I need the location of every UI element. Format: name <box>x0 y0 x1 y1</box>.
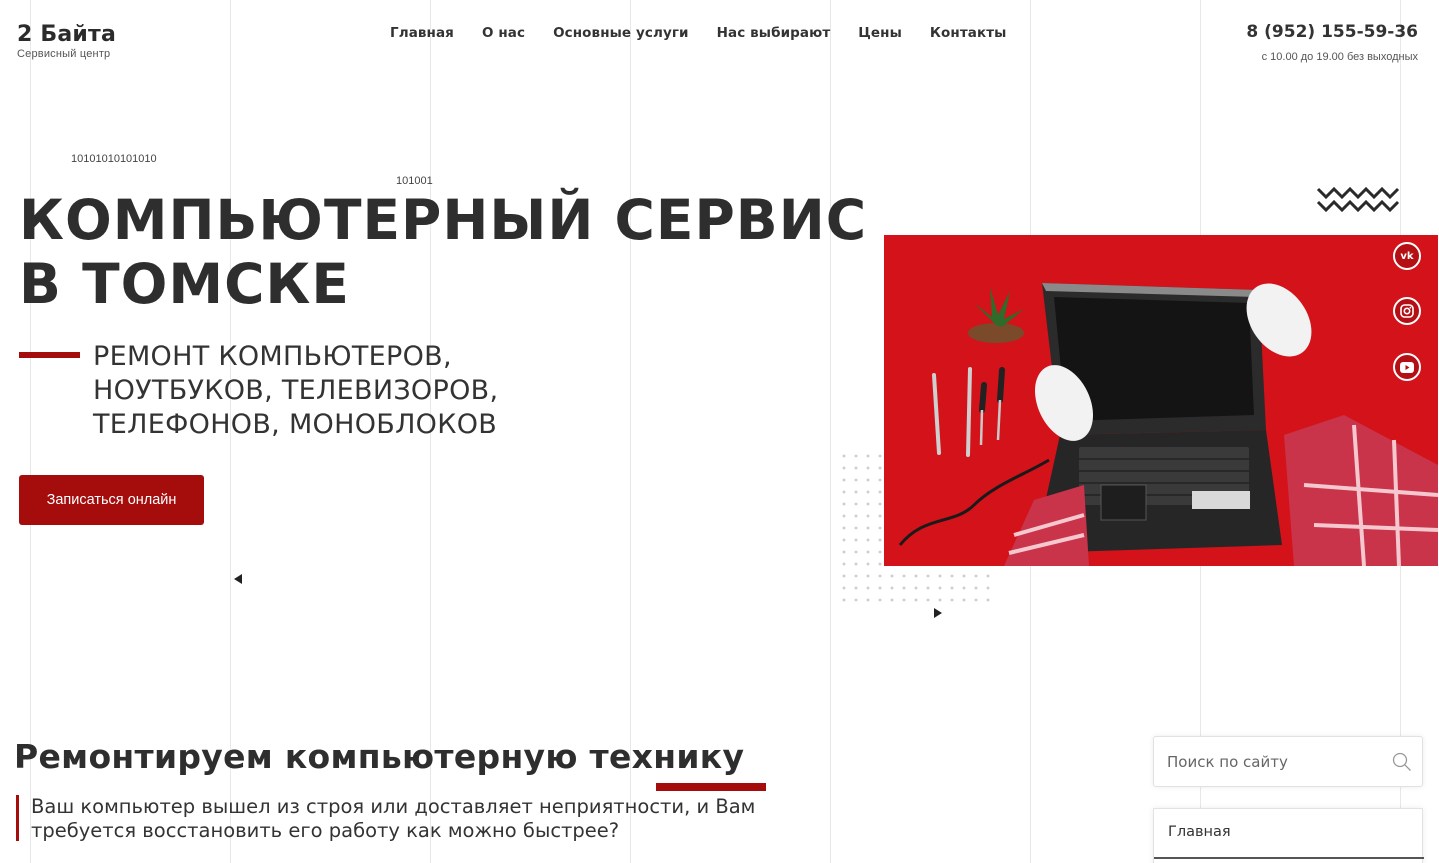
nav-item-services[interactable]: Основные услуги <box>553 25 689 41</box>
hero-image-laptop-repair <box>884 235 1438 566</box>
sidebar-menu: Главная <box>1153 808 1424 863</box>
instagram-glyph-icon <box>1400 304 1414 318</box>
search-input[interactable] <box>1154 737 1384 786</box>
hero-subtitle-line: ТЕЛЕФОНОВ, МОНОБЛОКОВ <box>93 409 498 440</box>
accent-dash <box>19 352 80 358</box>
nav-item-contacts[interactable]: Контакты <box>930 25 1007 41</box>
section-intro-line: требуется восстановить его работу как мо… <box>31 819 620 842</box>
hero-subtitle: РЕМОНТ КОМПЬЮТЕРОВ, НОУТБУКОВ, ТЕЛЕВИЗОР… <box>93 340 498 442</box>
vk-icon[interactable]: vk <box>1393 242 1421 270</box>
working-hours: с 10.00 до 19.00 без выходных <box>1261 51 1418 63</box>
section-title: Ремонтируем компьютерную технику <box>14 737 745 776</box>
nav-item-why-us[interactable]: Нас выбирают <box>717 25 831 41</box>
logo[interactable]: 2 Байта Сервисный центр <box>17 22 116 60</box>
zigzag-decoration-icon <box>1316 186 1400 213</box>
hero-subtitle-line: НОУТБУКОВ, ТЕЛЕВИЗОРОВ, <box>93 375 499 406</box>
section-intro-line: Ваш компьютер вышел из строя или доставл… <box>31 795 756 818</box>
header-contact: 8 (952) 155-59-36 с 10.00 до 19.00 без в… <box>1246 22 1418 63</box>
hero-subtitle-line: РЕМОНТ КОМПЬЮТЕРОВ, <box>93 341 452 372</box>
slider-next-arrow-icon[interactable] <box>934 608 942 618</box>
book-online-button[interactable]: Записаться онлайн <box>19 475 204 525</box>
nav-item-prices[interactable]: Цены <box>858 25 902 41</box>
search-icon[interactable] <box>1392 752 1412 772</box>
youtube-icon[interactable] <box>1393 353 1421 381</box>
instagram-icon[interactable] <box>1393 297 1421 325</box>
hero-title-line: КОМПЬЮТЕРНЫЙ СЕРВИС <box>19 188 868 252</box>
hero-title-line: В ТОМСКЕ <box>19 252 350 316</box>
vk-icon-label: vk <box>1400 250 1414 262</box>
section-intro-text: Ваш компьютер вышел из строя или доставл… <box>31 795 755 843</box>
logo-title: 2 Байта <box>17 22 116 47</box>
phone-number[interactable]: 8 (952) 155-59-36 <box>1246 22 1418 42</box>
grid-line <box>30 0 31 863</box>
sidebar-menu-divider <box>1154 857 1424 859</box>
logo-subtitle: Сервисный центр <box>17 48 111 60</box>
nav-item-about[interactable]: О нас <box>482 25 525 41</box>
main-nav: Главная О нас Основные услуги Нас выбира… <box>390 25 1006 41</box>
sidebar-menu-item-home[interactable]: Главная <box>1168 824 1231 840</box>
decorative-binary-text: 101001 <box>396 175 433 187</box>
site-search <box>1153 736 1423 787</box>
grid-line <box>830 0 831 863</box>
nav-item-home[interactable]: Главная <box>390 25 454 41</box>
decorative-binary-text: 10101010101010 <box>71 153 157 165</box>
slider-prev-arrow-icon[interactable] <box>234 574 242 584</box>
quote-accent-bar <box>16 795 19 841</box>
section-title-underline <box>656 783 766 791</box>
youtube-glyph-icon <box>1400 361 1414 373</box>
hero-title: КОМПЬЮТЕРНЫЙ СЕРВИС В ТОМСКЕ <box>19 188 867 316</box>
grid-line <box>630 0 631 863</box>
